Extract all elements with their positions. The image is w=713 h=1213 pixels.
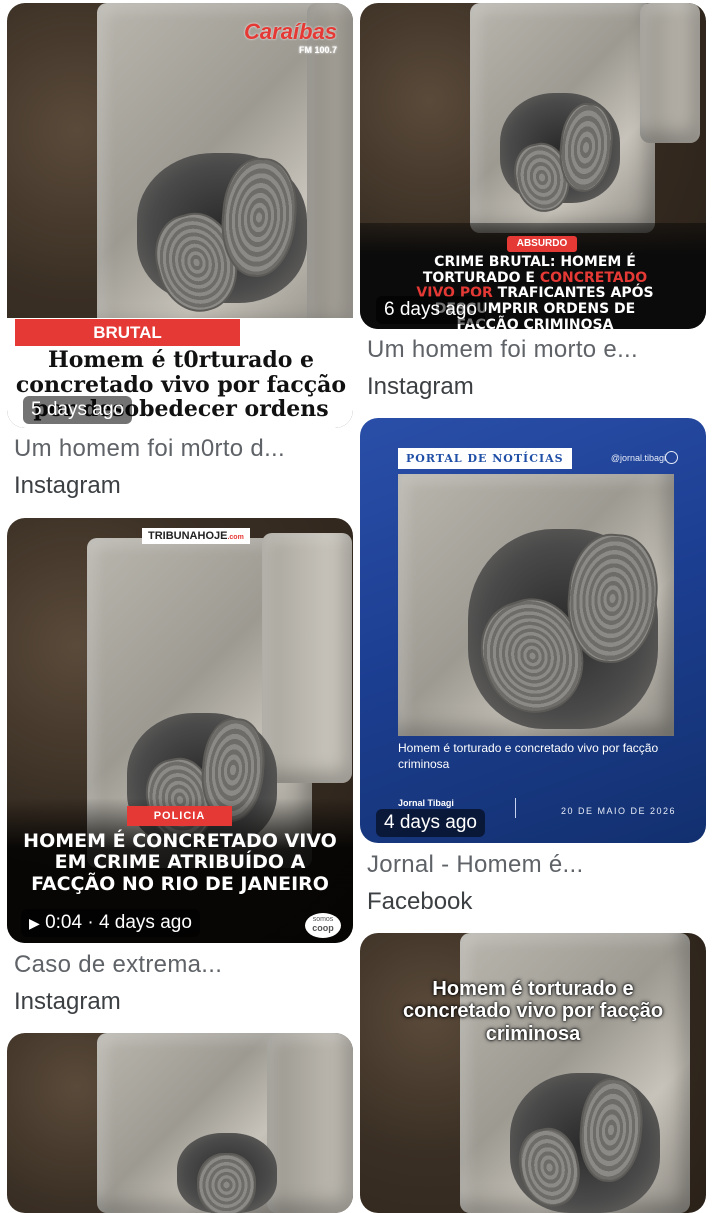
headline-line: FACÇÃO NO RIO DE JANEIRO — [31, 872, 329, 895]
globe-icon — [665, 451, 678, 464]
brand-frequency: FM 100.7 — [298, 45, 337, 55]
result-title[interactable]: Caso de extrema... — [14, 951, 222, 979]
headline-fragment: TORTURADO E — [422, 269, 540, 286]
result-card-4[interactable]: TRIBUNAHOJE.com POLICIA HOMEM É CONCRETA… — [7, 518, 353, 943]
headline-fragment: TRAFICANTES APÓS — [497, 285, 654, 302]
concrete-side — [267, 1033, 353, 1213]
tag-label: ABSURDO — [507, 236, 577, 252]
result-source[interactable]: Instagram — [14, 988, 121, 1016]
brand-logo: Caraíbas FM 100.7 — [244, 19, 337, 55]
portal-date: 20 DE MAIO DE 2026 — [560, 806, 676, 816]
headline-line: concretado vivo por facção — [402, 1000, 664, 1023]
separator-dot: · — [87, 912, 94, 933]
result-card-3[interactable]: PORTAL DE NOTÍCIAS @jornal.tibagi Homem … — [360, 418, 706, 843]
shoe-sole-image — [197, 1153, 256, 1213]
headline-highlight: CONCRETADO — [539, 269, 648, 286]
video-duration: 0:04 — [45, 912, 83, 933]
headline-line: EM CRIME ATRIBUÍDO A — [54, 851, 306, 874]
concrete-side — [640, 3, 700, 143]
result-card-1[interactable]: Caraíbas FM 100.7 BRUTAL Homem é t0rtura… — [7, 3, 353, 428]
brand-name: Caraíbas — [244, 19, 337, 44]
brand-name: TRIBUNAHOJE — [148, 530, 228, 542]
result-card-6[interactable] — [7, 1033, 353, 1213]
news-photo — [398, 474, 674, 736]
concrete-side — [262, 533, 352, 783]
portal-logo: Jornal Tibagi — [398, 798, 454, 808]
time-badge: 4 days ago — [376, 809, 485, 837]
time-text: 4 days ago — [98, 912, 192, 933]
time-badge: 5 days ago — [23, 396, 132, 424]
headline-text: Homem é torturado e concretado vivo por … — [398, 741, 659, 772]
result-source[interactable]: Instagram — [367, 373, 474, 401]
portal-label: PORTAL DE NOTÍCIAS — [398, 448, 572, 469]
watermark-logo: somos coop — [305, 913, 341, 938]
result-title[interactable]: Um homem foi m0rto d... — [14, 435, 285, 463]
play-icon: ▶ — [29, 915, 40, 931]
result-title[interactable]: Um homem foi morto e... — [367, 336, 638, 364]
result-source[interactable]: Instagram — [14, 472, 121, 500]
portal-label-text: PORTAL DE NOTÍCIAS — [406, 452, 564, 465]
headline-line: concretado vivo por facção — [15, 371, 347, 398]
watermark-line: coop — [312, 922, 334, 933]
headline-line: HOMEM É CONCRETADO VIVO — [23, 830, 337, 852]
result-card-2[interactable]: ABSURDO CRIME BRUTAL: HOMEM É TORTURADO … — [360, 3, 706, 329]
tag-label: BRUTAL — [15, 319, 240, 346]
video-badge: ▶ 0:04 · 4 days ago — [21, 909, 200, 937]
headline-line: Homem é t0rturado e — [47, 347, 315, 373]
headline-line: criminosa — [485, 1022, 581, 1045]
result-title[interactable]: Jornal - Homem é... — [367, 851, 583, 879]
divider — [515, 798, 516, 818]
headline-text: HOMEM É CONCRETADO VIVO EM CRIME ATRIBUÍ… — [17, 830, 343, 895]
portal-handle: @jornal.tibagi — [610, 453, 666, 463]
result-card-5[interactable]: Homem é torturado e concretado vivo por … — [360, 933, 706, 1213]
brand-suffix: .com — [227, 534, 244, 541]
headline-line: Homem é torturado e — [432, 978, 634, 1000]
result-source[interactable]: Facebook — [367, 888, 472, 916]
brand-logo: TRIBUNAHOJE.com — [142, 528, 250, 544]
headline-text: Homem é torturado e concretado vivo por … — [360, 978, 706, 1045]
headline-line: CRIME BRUTAL: HOMEM É — [434, 254, 636, 270]
tag-label: POLICIA — [127, 806, 232, 826]
time-badge: 6 days ago — [376, 296, 485, 324]
